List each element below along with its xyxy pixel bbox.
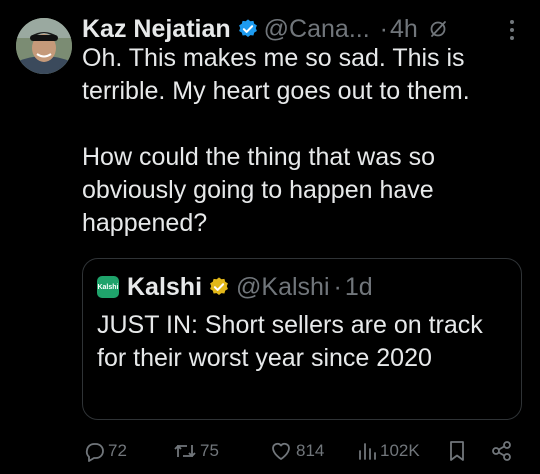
like-count: 814 xyxy=(296,441,325,460)
quoted-tweet-header: Kalshi Kalshi @Kalshi · 1d xyxy=(97,271,373,303)
action-bar: 72 75 814 102K xyxy=(82,436,522,466)
share-icon xyxy=(490,439,514,463)
separator-dot: · xyxy=(379,14,388,43)
quoted-author-name: Kalshi xyxy=(127,272,203,301)
tweet-text: Oh. This makes me so sad. This is terrib… xyxy=(82,42,522,240)
view-count: 102K xyxy=(380,441,420,460)
reply-button[interactable]: 72 xyxy=(82,436,127,466)
views-button[interactable]: 102K xyxy=(356,436,420,466)
separator-dot: · xyxy=(333,272,342,301)
repost-count: 75 xyxy=(200,441,219,460)
avatar[interactable] xyxy=(16,18,72,74)
kalshi-logo: Kalshi xyxy=(97,276,119,298)
timestamp[interactable]: 4h xyxy=(390,15,418,44)
quoted-tweet[interactable]: Kalshi Kalshi @Kalshi · 1d JUST IN: Shor… xyxy=(82,258,522,420)
like-button[interactable]: 814 xyxy=(268,436,324,466)
grok-icon[interactable] xyxy=(428,19,448,39)
quoted-author-handle: @Kalshi xyxy=(236,272,330,301)
gold-verified-badge-icon xyxy=(208,276,230,298)
verified-badge-icon xyxy=(237,18,259,40)
reply-count: 72 xyxy=(108,441,127,460)
author-name[interactable]: Kaz Nejatian xyxy=(82,15,231,44)
quoted-timestamp: 1d xyxy=(344,272,373,301)
views-icon xyxy=(356,439,378,463)
tweet-paragraph: Oh. This makes me so sad. This is terrib… xyxy=(82,44,470,105)
author-handle[interactable]: @Cana... xyxy=(264,15,370,44)
like-icon xyxy=(268,439,294,463)
more-icon[interactable] xyxy=(502,18,522,42)
bookmark-button[interactable] xyxy=(446,436,468,466)
bookmark-icon xyxy=(446,439,468,463)
reply-icon xyxy=(82,439,106,463)
tweet-header: Kaz Nejatian @Cana... · 4h xyxy=(82,12,448,46)
share-button[interactable] xyxy=(490,436,514,466)
tweet-paragraph: How could the thing that was so obviousl… xyxy=(82,143,435,237)
repost-button[interactable]: 75 xyxy=(172,436,219,466)
repost-icon xyxy=(172,439,198,463)
avatar-image xyxy=(16,18,72,74)
quoted-tweet-text: JUST IN: Short sellers are on track for … xyxy=(97,311,483,372)
